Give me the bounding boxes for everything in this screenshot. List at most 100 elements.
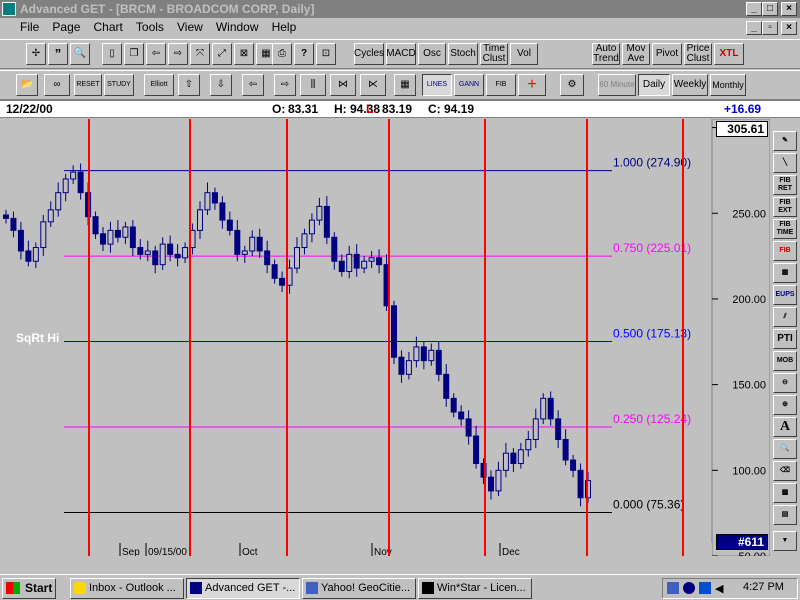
bar-chart-icon[interactable]: ⫼	[300, 74, 326, 96]
weekly-button[interactable]: Weekly	[672, 74, 708, 96]
chart-canvas[interactable]: 300.00250.00200.00150.00100.0050.00Sep09…	[0, 119, 770, 556]
grid-tool-icon[interactable]: ▦	[773, 263, 797, 283]
tray-antivirus-icon[interactable]	[699, 582, 711, 594]
expand-icon[interactable]: ⤧	[190, 43, 210, 65]
fit-icon[interactable]: ⊠	[234, 43, 254, 65]
daily-button[interactable]: Daily	[638, 74, 670, 96]
mov-ave-button[interactable]: Mov Ave	[622, 43, 650, 65]
eups-button[interactable]: EUPS	[773, 285, 797, 305]
doc-close-button[interactable]: ×	[781, 21, 797, 35]
help-icon[interactable]: ?	[294, 43, 314, 65]
open-value: 83.31	[288, 102, 319, 116]
task-outlook[interactable]: Inbox - Outlook ...	[70, 578, 184, 599]
cycles-button[interactable]: Cycles	[354, 43, 384, 65]
candle-body	[450, 397, 457, 413]
gann-button[interactable]: GANN	[454, 74, 484, 96]
macd-button[interactable]: MACD	[386, 43, 416, 65]
layers-tool-icon[interactable]: ▤	[773, 505, 797, 525]
settings-icon[interactable]: ⚙	[560, 74, 584, 96]
pencil-icon[interactable]: ✎	[773, 131, 797, 151]
pti-button[interactable]: PTI	[773, 329, 797, 349]
auto-trend-button[interactable]: Auto Trend	[592, 43, 620, 65]
stoch-button[interactable]: Stoch	[448, 43, 478, 65]
fib-button[interactable]: FIB	[486, 74, 516, 96]
tray-network-icon[interactable]	[667, 582, 679, 594]
task-geocities[interactable]: Yahoo! GeoCitie...	[302, 578, 416, 599]
candle-body	[331, 236, 338, 262]
compress-bars-icon[interactable]: ⋈	[330, 74, 356, 96]
doc-minimize-button[interactable]: _	[746, 21, 762, 35]
menu-window[interactable]: Window	[211, 18, 264, 34]
text-tool-button[interactable]: A	[773, 417, 797, 437]
menu-view[interactable]: View	[172, 18, 208, 34]
line-tool-icon[interactable]: ╲	[773, 153, 797, 173]
arrow-up-icon[interactable]: ⇧	[178, 74, 200, 96]
fib-time-button[interactable]: FIB TIME	[773, 219, 797, 239]
candle-body	[122, 226, 129, 238]
candle-body	[316, 205, 323, 221]
osc-button[interactable]: Osc	[418, 43, 446, 65]
arrow-left-icon[interactable]: ⇦	[242, 74, 264, 96]
candle-body	[405, 360, 412, 375]
erase-tool-icon[interactable]: ⌫	[773, 461, 797, 481]
task-geocities-label: Yahoo! GeoCitie...	[321, 582, 411, 594]
menu-help[interactable]: Help	[267, 18, 302, 34]
menu-tools[interactable]: Tools	[131, 18, 169, 34]
browser-icon	[306, 582, 318, 594]
copy-icon[interactable]: ❐	[124, 43, 144, 65]
fib-ret-button[interactable]: FIB RET	[773, 175, 797, 195]
close-button[interactable]: ×	[781, 2, 797, 16]
price-chart[interactable]: 300.00250.00200.00150.00100.0050.00Sep09…	[0, 119, 770, 556]
candle-body	[219, 202, 226, 221]
elliott-button[interactable]: Elliott	[144, 74, 174, 96]
scroll-left-icon[interactable]: ⇦	[146, 43, 166, 65]
fib-ext-button[interactable]: FIB EXT	[773, 197, 797, 217]
vol-button[interactable]: Vol	[510, 43, 538, 65]
open-folder-icon[interactable]: 📂	[16, 74, 38, 96]
task-advanced-get[interactable]: Advanced GET -...	[186, 578, 300, 599]
pattern-tool-icon[interactable]: ▩	[773, 483, 797, 503]
maximize-button[interactable]: □	[762, 2, 778, 16]
minimize-button[interactable]: _	[746, 2, 762, 16]
tray-speaker-icon[interactable]: ◀	[715, 582, 727, 595]
time-clust-button[interactable]: Time Clust	[480, 43, 508, 65]
task-winstar[interactable]: Win*Star - Licen...	[418, 578, 532, 599]
monthly-button[interactable]: Monthly	[710, 74, 746, 96]
study-button[interactable]: STUDY	[104, 74, 134, 96]
compress-icon[interactable]: ⤢	[212, 43, 232, 65]
tray-messenger-icon[interactable]	[683, 582, 695, 594]
quote-icon[interactable]: ”	[48, 43, 68, 65]
sixty-minute-button[interactable]: 60 Minute	[598, 74, 636, 96]
candle-body	[137, 247, 144, 255]
xtl-button[interactable]: XTL	[714, 43, 744, 65]
expand-bars-icon[interactable]: ⋉	[360, 74, 386, 96]
scroll-down-icon[interactable]: ▼	[773, 531, 797, 551]
channel-tool-icon[interactable]: ⫽	[773, 307, 797, 327]
cursor-tool-icon[interactable]: ✢	[26, 43, 46, 65]
price-clust-button[interactable]: Price Clust	[684, 43, 712, 65]
fib-arc-button[interactable]: FIB	[773, 241, 797, 261]
menu-chart[interactable]: Chart	[89, 18, 128, 34]
reset-button[interactable]: RESET	[74, 74, 102, 96]
doc-restore-button[interactable]: ▫	[762, 21, 778, 35]
crosshair-icon[interactable]: +	[518, 74, 546, 96]
menu-page[interactable]: Page	[47, 18, 85, 34]
pin-tool-icon[interactable]: ⊕	[773, 395, 797, 415]
arrow-down-icon[interactable]: ⇩	[210, 74, 232, 96]
zoom-tool-icon[interactable]: ⊖	[773, 373, 797, 393]
mob-button[interactable]: MOB	[773, 351, 797, 371]
grid-icon[interactable]: ▦	[394, 74, 416, 96]
arrow-right-icon[interactable]: ⇨	[274, 74, 296, 96]
binoculars-icon[interactable]: ∞	[44, 74, 70, 96]
info-icon[interactable]: ⊡	[316, 43, 336, 65]
zoom-icon[interactable]: 🔍	[70, 43, 90, 65]
new-chart-icon[interactable]: ▯	[102, 43, 122, 65]
menu-file[interactable]: File	[0, 18, 44, 34]
print-icon[interactable]: ⎙	[272, 43, 292, 65]
scroll-right-icon[interactable]: ⇨	[168, 43, 188, 65]
magnify-tool-icon[interactable]: 🔍	[773, 439, 797, 459]
candle-body	[532, 418, 539, 440]
lines-button[interactable]: LINES	[422, 74, 452, 96]
start-button[interactable]: Start	[2, 578, 56, 599]
pivot-button[interactable]: Pivot	[652, 43, 682, 65]
